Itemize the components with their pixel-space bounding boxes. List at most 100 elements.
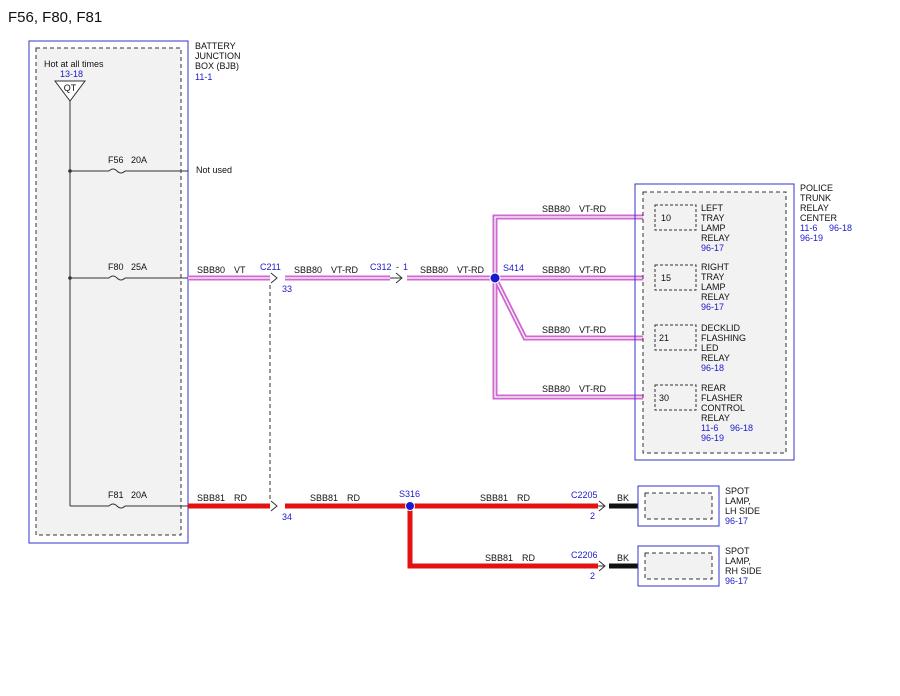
connector-c2206-pin: 2 [590, 571, 595, 581]
spot-lamp-lh-line-3: LH SIDE [725, 506, 760, 516]
fuse-f81-id: F81 [108, 490, 124, 500]
wire-r3-color: RD [517, 493, 530, 503]
spot-lamp-lh-side: SPOT LAMP, LH SIDE 96-17 [637, 485, 760, 527]
relay-15-pin: 15 [661, 273, 671, 283]
relay-10-line-3: LAMP [701, 223, 726, 233]
relay-30-ref-c: 96-19 [701, 433, 724, 443]
wire-r3-circuit: SBB81 [480, 493, 508, 503]
spot-lamp-lh-inner [644, 492, 713, 520]
fuse-f56-rating: 20A [131, 155, 147, 165]
wire-b15-circuit: SBB80 [542, 265, 570, 275]
relay-21-line-1: DECKLID [701, 323, 741, 333]
connector-c211-pin-33: 33 [282, 284, 292, 294]
splice-s414-dot [489, 272, 501, 284]
diagram-title: F56, F80, F81 [8, 9, 102, 26]
bjb-reference: 11-1 [195, 72, 212, 82]
relay-center-name-line-2: TRUNK [800, 193, 831, 203]
relay-21-line-3: LED [701, 343, 719, 353]
relay-15-line-2: TRAY [701, 272, 724, 282]
relay-10-line-2: TRAY [701, 213, 724, 223]
relay-15-line-1: RIGHT [701, 262, 730, 272]
relay-10-line-1: LEFT [701, 203, 724, 213]
ground-rh-color: BK [617, 553, 629, 563]
hot-at-all-times-label: Hot at all times [44, 59, 104, 69]
relay-30-line-4: RELAY [701, 413, 730, 423]
relay-center-ref-b: 96-18 [829, 223, 852, 233]
wire-r1-circuit: SBB81 [197, 493, 225, 503]
relay-21-line-4: RELAY [701, 353, 730, 363]
relay-30-pin: 30 [659, 393, 669, 403]
relay-10-line-4: RELAY [701, 233, 730, 243]
wire-b10-color: VT-RD [579, 204, 607, 214]
fuse-f56-id: F56 [108, 155, 124, 165]
bjb-inner-border [35, 47, 182, 536]
connector-c2206-name: C2206 [571, 550, 598, 560]
bjb-name-line-3: BOX (BJB) [195, 61, 239, 71]
branch-pin-21 [492, 276, 655, 341]
bjb-name-line-1: BATTERY [195, 41, 236, 51]
spot-lamp-rh-line-1: SPOT [725, 546, 750, 556]
connector-c312-pin: 1 [403, 262, 408, 272]
sbb81-wire-run: SBB81 RD 34 SBB81 RD SBB81 RD SBB81 RD S… [188, 489, 638, 581]
qt-label: QT [64, 83, 77, 93]
relay-30-line-2: FLASHER [701, 393, 743, 403]
spot-lamp-rh-inner [644, 552, 713, 580]
wire-b21-circuit: SBB80 [542, 325, 570, 335]
relay-center-ref-c: 96-19 [800, 233, 823, 243]
police-trunk-relay-center: POLICE TRUNK RELAY CENTER 11-6 96-18 96-… [634, 183, 852, 461]
battery-junction-box: BATTERY JUNCTION BOX (BJB) 11-1 Hot at a… [28, 40, 241, 544]
not-used-label: Not used [196, 165, 232, 175]
relay-10-pin: 10 [661, 213, 671, 223]
fuse-f81-rating: 20A [131, 490, 147, 500]
wire-r1-color: RD [234, 493, 247, 503]
sbb80-wire-run: SBB80 VT C211 33 SBB80 VT-RD C312 - 1 SB… [188, 204, 655, 400]
connector-c2205-pin: 2 [590, 511, 595, 521]
ground-lh-color: BK [617, 493, 629, 503]
relay-21-line-2: FLASHING [701, 333, 746, 343]
spot-lamp-rh-ref: 96-17 [725, 576, 748, 586]
wire-b10-circuit: SBB80 [542, 204, 570, 214]
hot-reference: 13-18 [60, 69, 83, 79]
relay-10-ref: 96-17 [701, 243, 724, 253]
wire-w3-circuit: SBB80 [420, 265, 448, 275]
relay-15-line-3: LAMP [701, 282, 726, 292]
wire-w3-color: VT-RD [457, 265, 485, 275]
spot-lamp-lh-line-2: LAMP, [725, 496, 751, 506]
bjb-name-line-2: JUNCTION [195, 51, 241, 61]
spot-lamp-rh-line-3: RH SIDE [725, 566, 762, 576]
wire-w1-circuit: SBB80 [197, 265, 225, 275]
relay-15-ref: 96-17 [701, 302, 724, 312]
wire-w2-color: VT-RD [331, 265, 359, 275]
wiring-diagram: F56, F80, F81 BATTERY JUNCTION BOX (BJB)… [8, 9, 852, 587]
relay-21-pin: 21 [659, 333, 669, 343]
fuse-f80-rating: 25A [131, 262, 147, 272]
wire-b15-color: VT-RD [579, 265, 607, 275]
wire-r2-circuit: SBB81 [310, 493, 338, 503]
relay-30-line-1: REAR [701, 383, 727, 393]
connector-c211-name: C211 [260, 262, 281, 272]
wire-w1-color: VT [234, 265, 246, 275]
connector-c2205-name: C2205 [571, 490, 598, 500]
relay-center-name-line-4: CENTER [800, 213, 838, 223]
spot-lamp-rh-line-2: LAMP, [725, 556, 751, 566]
splice-s414-label: S414 [503, 263, 524, 273]
connector-c312-sep: - [396, 262, 399, 272]
splice-s316-label: S316 [399, 489, 420, 499]
wire-r4-color: RD [522, 553, 535, 563]
wire-b30-color: VT-RD [579, 384, 607, 394]
wire-b21-color: VT-RD [579, 325, 607, 335]
spot-lamp-lh-line-1: SPOT [725, 486, 750, 496]
connector-c312-name: C312 [370, 262, 392, 272]
relay-30-ref-b: 96-18 [730, 423, 753, 433]
relay-30-line-3: CONTROL [701, 403, 745, 413]
connector-c211-pin-34: 34 [282, 512, 292, 522]
s414-branches [492, 214, 655, 400]
spot-lamp-lh-ref: 96-17 [725, 516, 748, 526]
relay-15-line-4: RELAY [701, 292, 730, 302]
connector-c211-icon [270, 272, 278, 284]
relay-center-name-line-1: POLICE [800, 183, 833, 193]
splice-s316-dot [405, 501, 415, 511]
relay-30-ref-a: 11-6 [701, 423, 718, 433]
wire-r4-circuit: SBB81 [485, 553, 513, 563]
wire-b30-circuit: SBB80 [542, 384, 570, 394]
